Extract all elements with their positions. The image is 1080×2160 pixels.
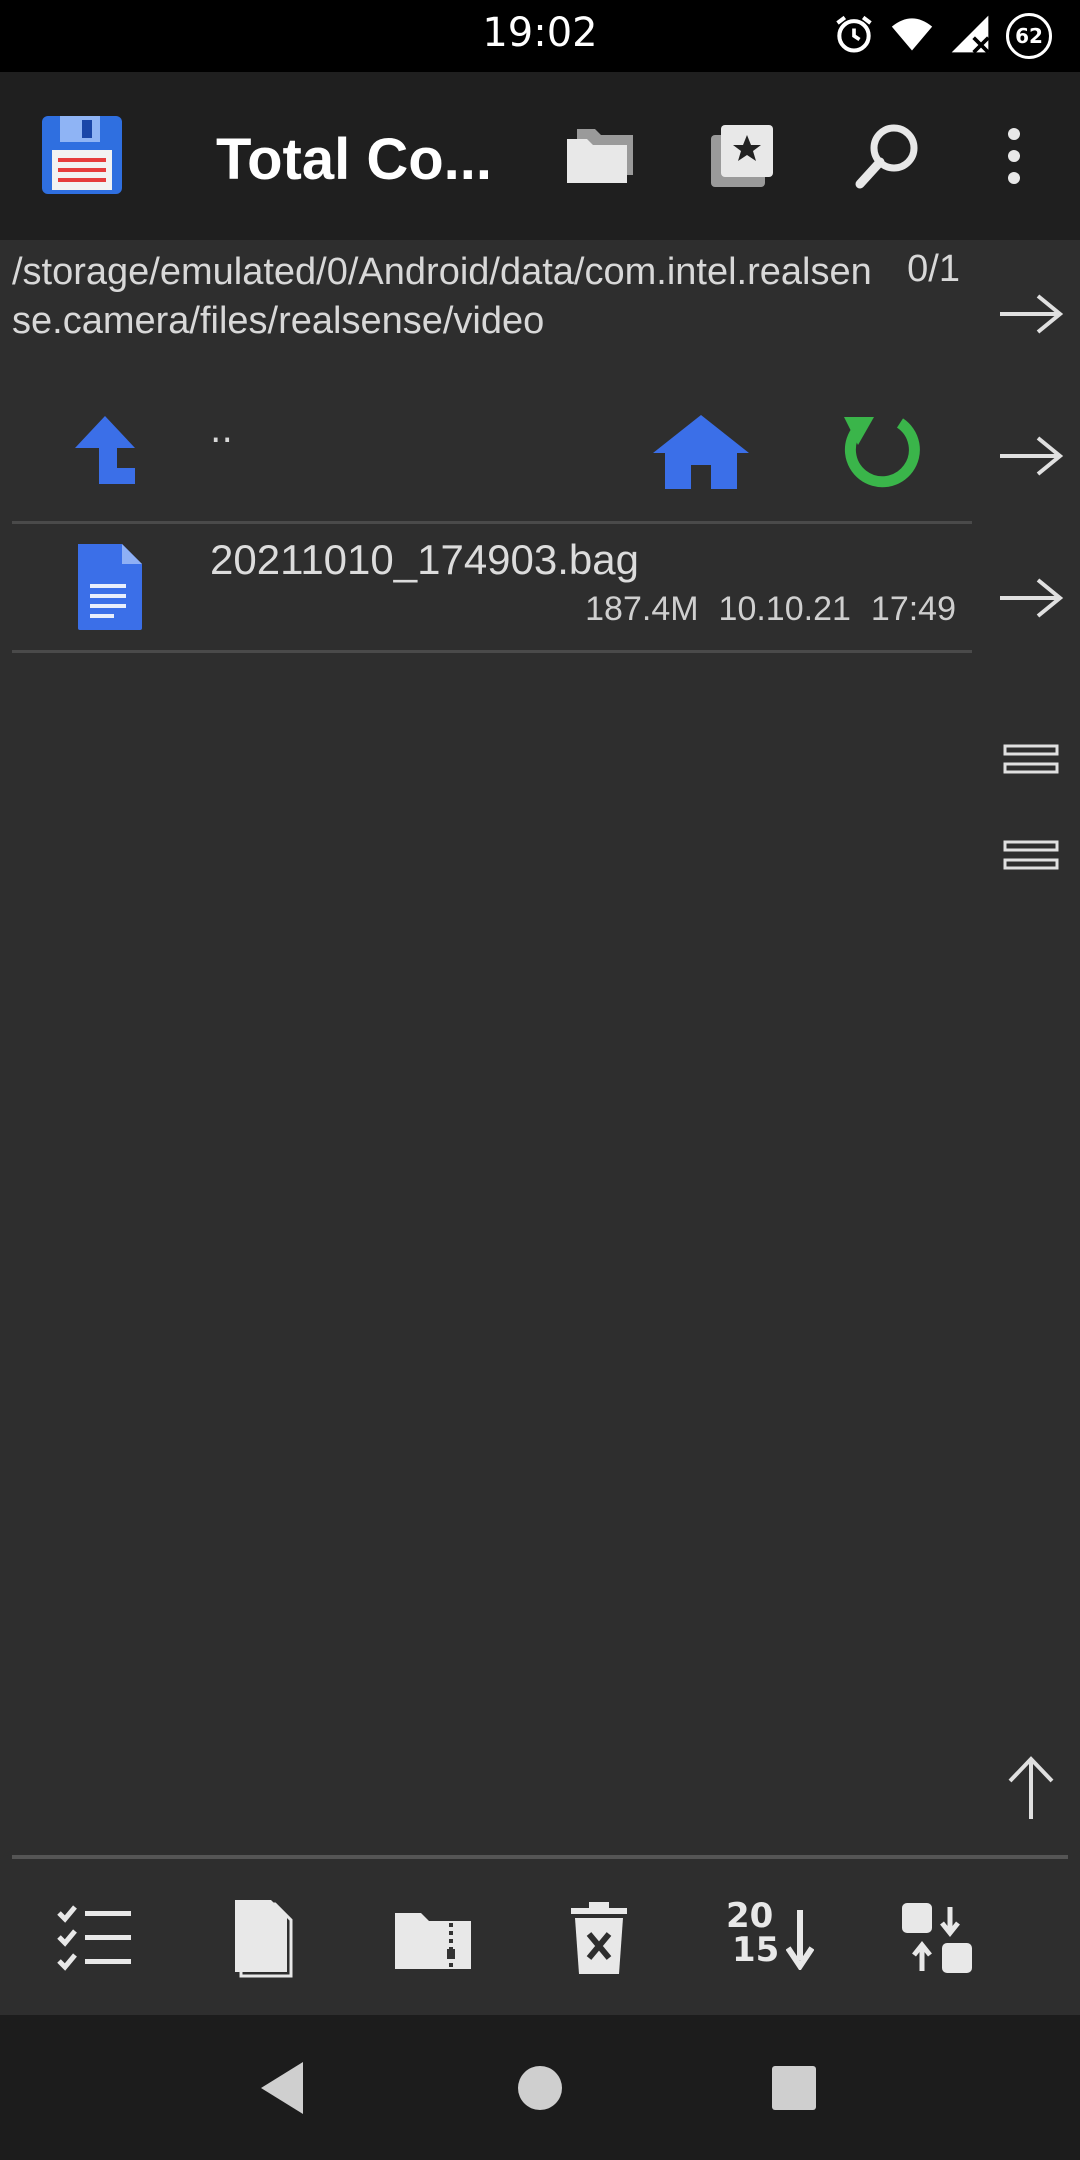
file-meta: 187.4M 10.10.21 17:49 bbox=[585, 590, 956, 629]
app-bar: Total Co... bbox=[0, 72, 1080, 240]
up-arrow-outline-icon bbox=[1008, 1756, 1054, 1819]
file-name: 20211010_174903.bag bbox=[210, 536, 640, 583]
copy-to-other-panel-button-2[interactable] bbox=[994, 424, 1068, 488]
menu-lines-icon bbox=[1003, 744, 1059, 774]
file-row[interactable]: 20211010_174903.bag 187.4M 10.10.21 17:4… bbox=[0, 524, 980, 648]
battery-icon: 62 bbox=[1006, 13, 1052, 59]
app-title: Total Co... bbox=[216, 127, 493, 192]
bookmarks-button[interactable] bbox=[702, 116, 782, 196]
search-icon bbox=[855, 124, 918, 189]
document-icon bbox=[78, 544, 142, 630]
more-button[interactable] bbox=[974, 116, 1054, 196]
screen: 19:02 62 Total Co... /storage/emulated/0… bbox=[0, 0, 1080, 2160]
folders-button[interactable] bbox=[560, 116, 640, 196]
selection-count: 0/1 bbox=[907, 248, 960, 290]
delete-icon bbox=[571, 1902, 627, 1974]
refresh-icon bbox=[844, 417, 920, 488]
status-icons: 62 bbox=[832, 12, 1052, 60]
sort-label-bottom: 15 bbox=[732, 1930, 780, 1970]
home-button[interactable] bbox=[648, 412, 754, 492]
delete-button[interactable] bbox=[554, 1898, 644, 1978]
navigation-row bbox=[0, 400, 980, 520]
signal-icon bbox=[948, 12, 992, 60]
copy-button[interactable] bbox=[218, 1898, 308, 1978]
sort-icon: 20 15 bbox=[722, 1896, 818, 1974]
refresh-button[interactable] bbox=[836, 412, 926, 492]
up-arrow-icon bbox=[75, 416, 135, 484]
swap-panels-icon bbox=[902, 1903, 972, 1973]
file-date: 10.10.21 bbox=[718, 590, 851, 628]
current-path: /storage/emulated/0/Android/data/com.int… bbox=[12, 251, 872, 342]
copy-icon bbox=[235, 1900, 293, 1978]
panel-menu-button-2[interactable] bbox=[994, 824, 1068, 888]
right-arrow-icon bbox=[1000, 436, 1064, 476]
status-bar: 19:02 62 bbox=[0, 0, 1080, 72]
zip-icon bbox=[395, 1913, 471, 1969]
folders-icon bbox=[567, 129, 633, 183]
menu-lines-icon bbox=[1003, 840, 1059, 870]
file-size: 187.4M bbox=[585, 590, 699, 628]
back-button[interactable] bbox=[247, 2053, 317, 2123]
file-time: 17:49 bbox=[870, 590, 956, 628]
right-arrow-icon bbox=[1000, 578, 1064, 618]
select-icon bbox=[57, 1905, 131, 1971]
home-icon bbox=[653, 415, 749, 489]
bottom-toolbar: 20 15 bbox=[0, 1860, 1080, 2015]
system-navigation-bar bbox=[0, 2015, 1080, 2160]
recents-icon bbox=[772, 2066, 816, 2110]
parent-dir-button[interactable] bbox=[70, 410, 140, 490]
home-nav-button[interactable] bbox=[505, 2053, 575, 2123]
scroll-top-button[interactable] bbox=[994, 1750, 1068, 1826]
app-logo-icon[interactable] bbox=[40, 112, 124, 196]
bookmark-icon bbox=[711, 125, 773, 187]
path-bar[interactable]: /storage/emulated/0/Android/data/com.int… bbox=[0, 240, 990, 390]
bottom-divider bbox=[12, 1855, 1068, 1859]
more-icon bbox=[1008, 128, 1020, 184]
zip-button[interactable] bbox=[388, 1898, 478, 1978]
sort-button[interactable]: 20 15 bbox=[720, 1896, 820, 1978]
wifi-icon bbox=[890, 12, 934, 60]
select-button[interactable] bbox=[50, 1898, 140, 1978]
copy-to-other-panel-button-3[interactable] bbox=[994, 566, 1068, 630]
home-circle-icon bbox=[518, 2066, 562, 2110]
back-icon bbox=[261, 2062, 303, 2114]
search-button[interactable] bbox=[848, 116, 928, 196]
copy-to-other-panel-button-1[interactable] bbox=[994, 282, 1068, 346]
recents-button[interactable] bbox=[759, 2053, 829, 2123]
right-arrow-icon bbox=[1000, 294, 1064, 334]
panel-menu-button-1[interactable] bbox=[994, 728, 1068, 792]
parent-dir-label[interactable]: .. bbox=[210, 410, 233, 451]
sort-arrow-icon bbox=[786, 1910, 814, 1970]
alarm-icon bbox=[832, 12, 876, 60]
swap-panels-button[interactable] bbox=[892, 1898, 982, 1978]
divider-bottom bbox=[12, 650, 972, 653]
